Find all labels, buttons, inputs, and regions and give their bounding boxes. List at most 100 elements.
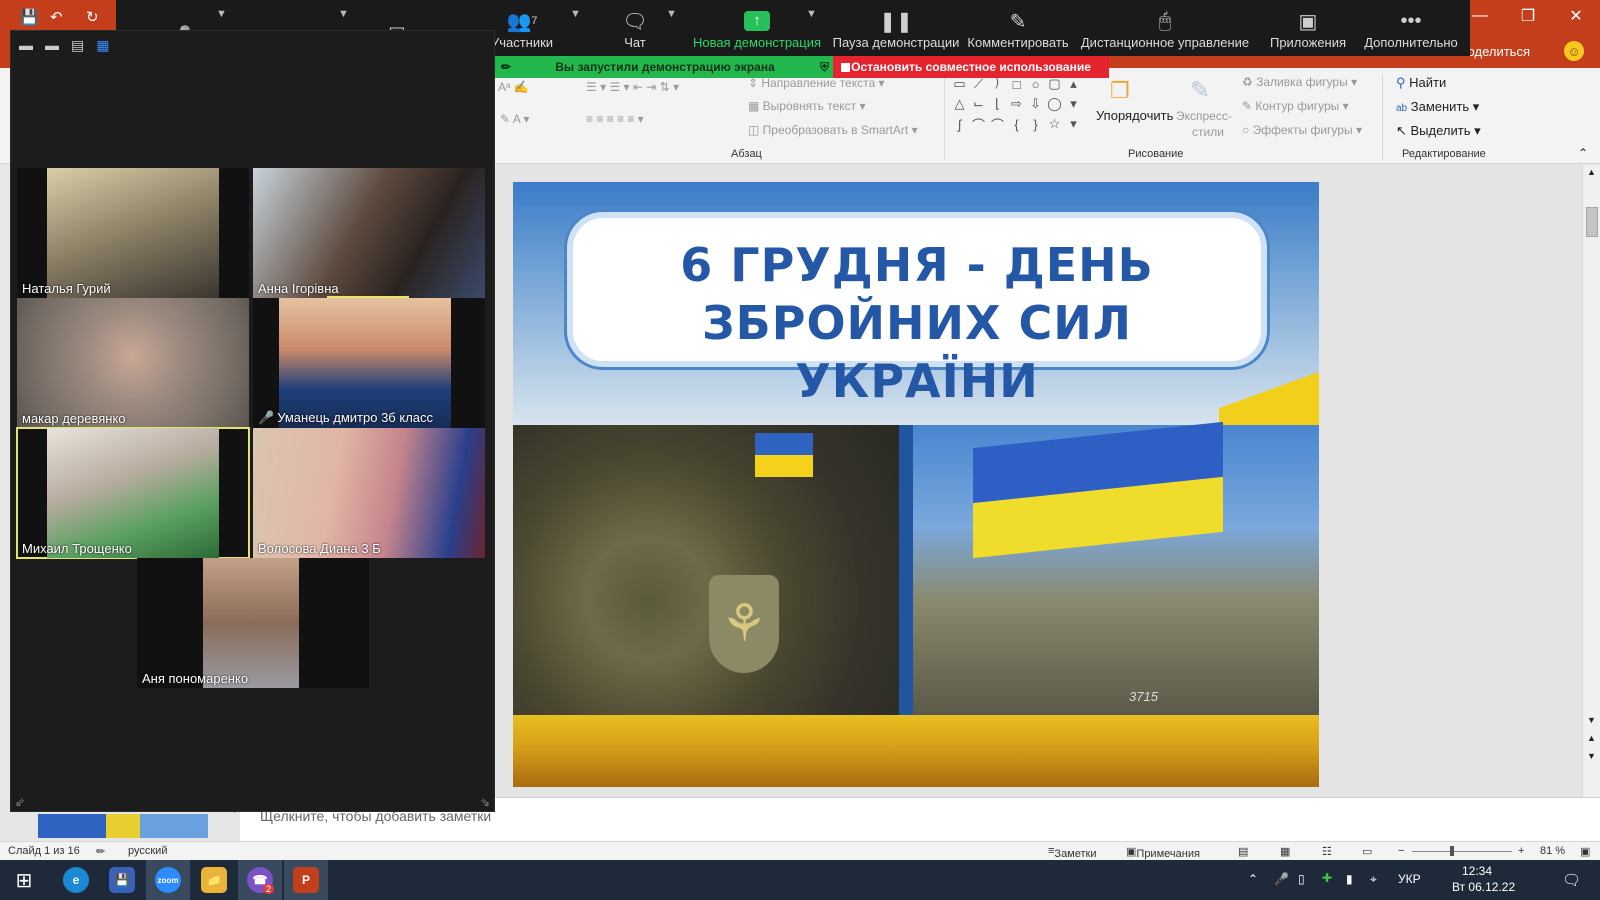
window-controls: — ❐ ✕ [1456, 0, 1600, 32]
fit-slide-icon[interactable]: ▣ [1580, 845, 1590, 858]
tray-app-plus-icon[interactable]: ✚ [1322, 871, 1332, 885]
slide-sorter-icon[interactable]: ▦ [1280, 845, 1290, 858]
zoom-slider[interactable] [1412, 851, 1512, 852]
participant-tile[interactable]: Волосова Диана 3 Б [253, 428, 485, 558]
taskbar-zoom[interactable]: zoom [146, 860, 190, 900]
slide-thumbnail[interactable] [38, 814, 208, 838]
shape-fill-button[interactable]: ♻ Заливка фигуры ▾ [1242, 75, 1357, 89]
gallery-grid-icon[interactable]: ▦ [96, 37, 109, 54]
shape-effects-button[interactable]: ○ Эффекты фигуры ▾ [1242, 123, 1362, 137]
new-share-caret-icon[interactable]: ▼ [806, 8, 817, 20]
strip-view-icon[interactable]: ▤ [71, 37, 84, 54]
zoom-percent[interactable]: 81 % [1540, 845, 1565, 857]
more-button[interactable]: ••• Дополнительно [1362, 0, 1460, 56]
notes-toggle[interactable]: ≡ Заметки [1048, 845, 1097, 860]
start-button[interactable]: ⊞ [2, 860, 46, 900]
collapse-ribbon-icon[interactable]: ⌃ [1578, 146, 1588, 160]
taskbar-powerpoint[interactable]: P [284, 860, 328, 900]
find-button[interactable]: ⚲ Найти [1396, 75, 1446, 91]
scroll-thumb[interactable] [1586, 207, 1598, 237]
quick-styles-label-2[interactable]: стили [1192, 125, 1224, 139]
minimize-view-icon[interactable]: ▬ [19, 37, 33, 54]
reading-view-icon[interactable]: ☷ [1322, 845, 1332, 858]
clock-date[interactable]: Вт 06.12.22 [1452, 880, 1515, 894]
quick-styles-label-1[interactable]: Экспресс- [1176, 109, 1232, 123]
taskbar-explorer[interactable]: 📁 [192, 860, 236, 900]
undo-icon[interactable]: ↶ [50, 8, 63, 26]
soldiers-with-flag-photo[interactable]: 3715 [913, 421, 1319, 715]
pause-share-button[interactable]: ❚❚ Пауза демонстрации [833, 0, 960, 56]
pencil-icon: ✎ [1009, 10, 1027, 33]
title-box[interactable]: 6 ГРУДНЯ - ДЕНЬ ЗБРОЙНИХ СИЛ УКРАЇНИ [567, 212, 1267, 408]
feedback-smiley-icon[interactable]: ☺ [1564, 41, 1584, 61]
speaker-view-icon[interactable]: ▬ [45, 37, 59, 54]
vehicle-number: 3715 [1129, 689, 1158, 704]
resize-handle-icon[interactable]: ⇙ [15, 795, 25, 809]
language-indicator[interactable]: русский [128, 845, 167, 857]
redo-icon[interactable]: ↻ [86, 8, 99, 26]
zoom-slider-thumb[interactable] [1450, 846, 1454, 856]
participant-tile[interactable]: макар деревянко [17, 298, 249, 428]
paragraph-group-label: Абзац [731, 148, 762, 160]
participant-tile[interactable]: Наталья Гурий [17, 168, 249, 298]
normal-view-icon[interactable]: ▤ [1238, 845, 1248, 858]
remote-control-button[interactable]: 🖱 Дистанционное управление [1080, 0, 1250, 56]
vertical-scrollbar[interactable]: ▲ ▼ ▲ ▼ [1582, 165, 1600, 797]
shape-outline-button[interactable]: ✎ Контур фигуры ▾ [1242, 99, 1349, 113]
apps-button[interactable]: ▣ Приложения [1268, 0, 1348, 56]
text-direction-button[interactable]: ⇕ Направление текста ▾ [748, 76, 885, 90]
clock-time[interactable]: 12:34 [1462, 864, 1492, 878]
participant-tile[interactable]: Анна Ігорівна [253, 168, 485, 298]
ribbon-font-icons[interactable]: Aᵃ ✍ [498, 80, 529, 94]
taskbar-edge[interactable]: e [54, 860, 98, 900]
chat-button[interactable]: 🗨 Чат [612, 0, 658, 56]
notifications-icon[interactable]: 🗨 [1562, 871, 1581, 889]
zoom-in-icon[interactable]: + [1518, 845, 1524, 857]
shapes-gallery[interactable]: ▭ ⟋ ⟌ □ ○ ▢ ▴ △ ⌙ ⌊ ⇨ ⇩ ◯ ▾ ∫ ⌒ ⌒{} ☆ ▾ [950, 74, 1086, 136]
tray-usb-icon[interactable]: ▯ [1298, 872, 1305, 886]
participant-video [17, 298, 249, 428]
align-icons[interactable]: ≡ ≡ ≡ ≡ ≡ ▾ [586, 112, 644, 126]
participant-tile[interactable]: Аня пономаренко [137, 558, 369, 688]
video-options-caret-icon[interactable]: ▼ [338, 8, 349, 20]
gallery-scroll-down-icon: ▾ [1070, 96, 1077, 111]
curve-icon: ⌒ [971, 117, 985, 133]
slide-canvas[interactable]: 6 ГРУДНЯ - ДЕНЬ ЗБРОЙНИХ СИЛ УКРАЇНИ ⚘ 3… [513, 182, 1319, 787]
input-language[interactable]: УКР [1398, 872, 1421, 886]
replace-button[interactable]: ab Заменить ▾ [1396, 99, 1479, 115]
chat-caret-icon[interactable]: ▼ [666, 8, 677, 20]
resize-corner-icon[interactable]: ⇘ [480, 795, 490, 809]
participant-tile-active-speaker[interactable]: Михаил Трощенко [16, 427, 250, 559]
align-text-button[interactable]: ▦ Выровнять текст ▾ [748, 99, 866, 113]
arrange-button[interactable]: Упорядочить [1096, 108, 1173, 123]
comments-toggle[interactable]: ▣ Примечания [1126, 845, 1200, 860]
tray-microphone-icon[interactable]: 🎤 [1274, 872, 1289, 886]
stop-share-button[interactable]: Остановить совместное использование [833, 56, 1109, 78]
restore-icon[interactable]: ❐ [1504, 0, 1552, 32]
annotate-button[interactable]: ✎ Комментировать [967, 0, 1068, 56]
spellcheck-icon[interactable]: ✏ [96, 845, 105, 858]
freeform-icon: ∫ [957, 116, 962, 132]
slideshow-icon[interactable]: ▭ [1362, 845, 1372, 858]
participant-tile[interactable]: 🎤 Уманець дмитро 3б класс [253, 298, 485, 428]
bullets-icon[interactable]: ☰ ▾ ☰ ▾ ⇤ ⇥ ⇅ ▾ [586, 80, 679, 94]
new-share-button[interactable]: ↑ Новая демонстрация [692, 0, 822, 56]
right-arrow-shape-icon: ⇨ [1011, 96, 1022, 111]
convert-smartart-button[interactable]: ◫ Преобразовать в SmartArt ▾ [748, 123, 918, 137]
taskbar-viber[interactable]: ☎ 2 [238, 860, 282, 900]
shield-check-icon: ⛨ [819, 59, 829, 74]
slide-editor-pane: 6 ГРУДНЯ - ДЕНЬ ЗБРОЙНИХ СИЛ УКРАЇНИ ⚘ 3… [495, 165, 1590, 797]
stop-square-icon [841, 62, 850, 72]
taskbar-save-app[interactable]: 💾 [100, 860, 144, 900]
zoom-out-icon[interactable]: − [1398, 845, 1404, 857]
battery-icon[interactable]: ▮ [1346, 872, 1353, 886]
save-icon[interactable]: 💾 [20, 8, 39, 26]
font-color-icon[interactable]: ✎ A ▾ [500, 112, 529, 126]
uniform-patch-photo[interactable]: ⚘ [513, 425, 899, 715]
tray-overflow-icon[interactable]: ⌃ [1248, 872, 1258, 886]
audio-options-caret-icon[interactable]: ▼ [216, 8, 227, 20]
select-button[interactable]: ↖ Выделить ▾ [1396, 123, 1481, 139]
wifi-icon[interactable]: ⌖ [1370, 872, 1377, 887]
close-icon[interactable]: ✕ [1552, 0, 1600, 32]
participants-caret-icon[interactable]: ▼ [570, 8, 581, 20]
